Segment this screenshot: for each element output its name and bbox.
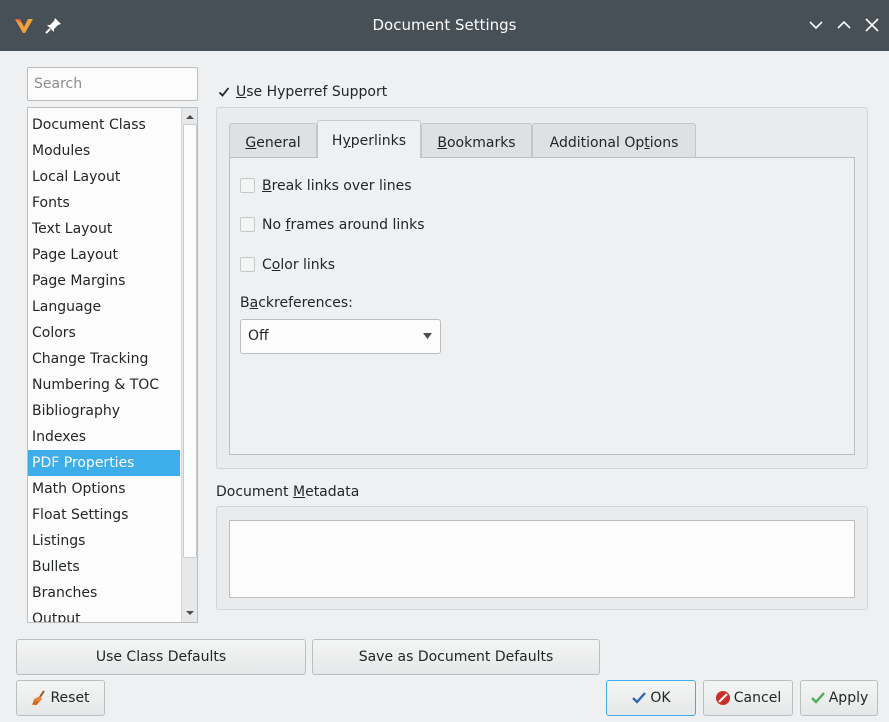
cancel-label: Cancel (733, 690, 782, 706)
stop-icon (715, 691, 730, 705)
color-links-label: Color links (262, 257, 336, 273)
close-icon[interactable] (862, 15, 882, 35)
sidebar-item-local-layout[interactable]: Local Layout (28, 164, 180, 190)
checkbox-box (240, 178, 255, 193)
search-input[interactable] (27, 67, 198, 101)
sidebar-item-listings[interactable]: Listings (28, 528, 180, 554)
sidebar-item-math-options[interactable]: Math Options (28, 476, 180, 502)
sidebar-item-bibliography[interactable]: Bibliography (28, 398, 180, 424)
backreferences-label: Backreferences: (240, 295, 353, 311)
document-metadata-label: Document Metadata (216, 484, 360, 500)
sidebar-item-change-tracking[interactable]: Change Tracking (28, 346, 180, 372)
settings-category-list[interactable]: Document Class Modules Local Layout Font… (27, 107, 198, 623)
ok-label: OK (650, 690, 671, 706)
tab-hyperlinks[interactable]: Hyperlinks (317, 120, 421, 158)
check-icon (810, 692, 825, 704)
sidebar-item-document-class[interactable]: Document Class (28, 112, 180, 138)
chevron-up-icon[interactable] (834, 15, 854, 35)
use-class-defaults-button[interactable]: Use Class Defaults (16, 639, 306, 675)
broom-icon (32, 690, 46, 706)
sidebar-item-branches[interactable]: Branches (28, 580, 180, 606)
sidebar-item-output[interactable]: Output (28, 606, 180, 622)
backreferences-select[interactable]: Off (240, 319, 441, 354)
tab-bookmarks[interactable]: Bookmarks (421, 123, 532, 158)
reset-label: Reset (50, 690, 90, 706)
sidebar-scrollbar[interactable] (181, 108, 197, 622)
sidebar-item-page-margins[interactable]: Page Margins (28, 268, 180, 294)
checkbox-box (240, 257, 255, 272)
tab-general[interactable]: General (229, 123, 317, 158)
scroll-down-icon[interactable] (185, 608, 195, 618)
sidebar-item-text-layout[interactable]: Text Layout (28, 216, 180, 242)
sidebar-item-bullets[interactable]: Bullets (28, 554, 180, 580)
cancel-button[interactable]: Cancel (703, 680, 793, 716)
sidebar-item-numbering-toc[interactable]: Numbering & TOC (28, 372, 180, 398)
sidebar-item-fonts[interactable]: Fonts (28, 190, 180, 216)
reset-button[interactable]: Reset (16, 680, 105, 716)
sidebar-item-page-layout[interactable]: Page Layout (28, 242, 180, 268)
chevron-down-icon[interactable] (806, 15, 826, 35)
tab-additional-options[interactable]: Additional Options (532, 123, 696, 158)
checkmark-icon (218, 87, 230, 97)
window-title: Document Settings (372, 16, 517, 34)
title-bar: Document Settings (0, 0, 889, 51)
checkbox-box (240, 217, 255, 232)
sidebar-item-colors[interactable]: Colors (28, 320, 180, 346)
chevron-down-icon (423, 333, 432, 339)
break-links-label: Break links over lines (262, 178, 412, 194)
sidebar-item-indexes[interactable]: Indexes (28, 424, 180, 450)
sidebar-item-modules[interactable]: Modules (28, 138, 180, 164)
scroll-up-icon[interactable] (185, 112, 195, 122)
check-icon (632, 692, 647, 704)
ok-button[interactable]: OK (606, 680, 696, 716)
no-frames-label: No frames around links (262, 217, 425, 233)
document-metadata-field[interactable] (229, 520, 855, 598)
backreferences-value: Off (248, 328, 269, 344)
sidebar-item-float-settings[interactable]: Float Settings (28, 502, 180, 528)
sidebar-item-pdf-properties[interactable]: PDF Properties (28, 450, 180, 476)
apply-label: Apply (828, 690, 869, 706)
apply-button[interactable]: Apply (800, 680, 878, 716)
sidebar-item-language[interactable]: Language (28, 294, 180, 320)
use-hyperref-label: Use Hyperref Support (236, 84, 388, 100)
scrollbar-thumb[interactable] (183, 124, 197, 558)
save-document-defaults-button[interactable]: Save as Document Defaults (312, 639, 600, 675)
